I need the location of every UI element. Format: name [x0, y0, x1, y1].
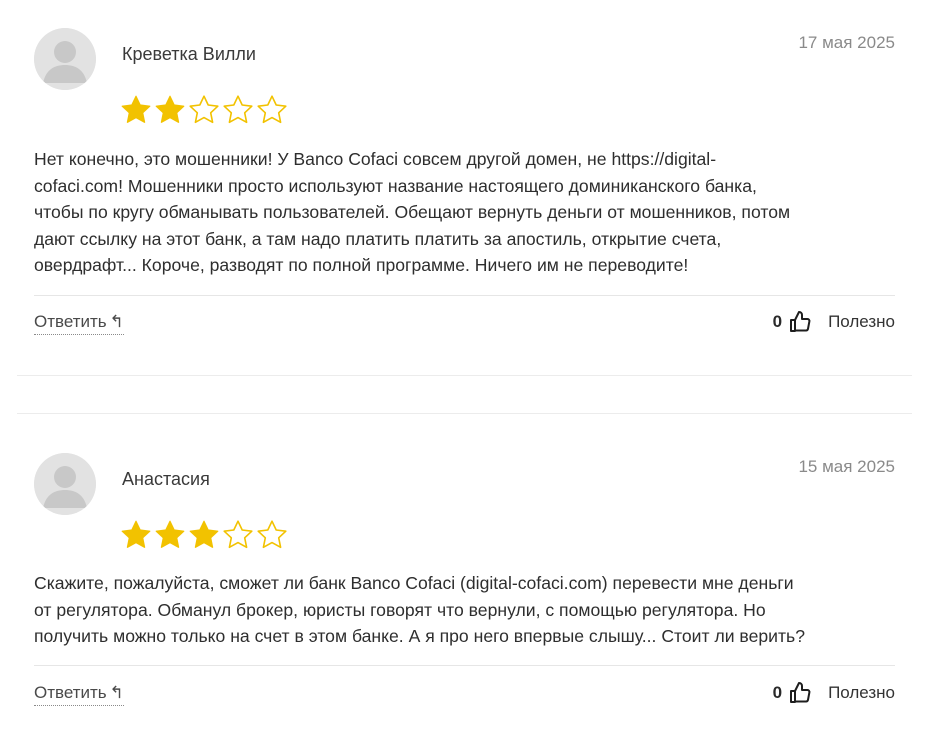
review-text-line: получить можно только на счет в этом бан…: [34, 626, 805, 647]
avatar: [34, 453, 96, 515]
review-card: Креветка Вилли 17 мая 2025 Нет конечно, …: [0, 0, 929, 376]
reply-label: Ответить: [34, 312, 107, 331]
review-date: 15 мая 2025: [798, 457, 895, 476]
user-silhouette-icon: [34, 453, 96, 515]
review-text-line: от регулятора. Обманул брокер, юристы го…: [34, 599, 766, 620]
review-author: Анастасия: [122, 469, 210, 489]
star-empty-icon: [189, 95, 219, 124]
helpful-section: 0 Полезно: [773, 310, 895, 334]
review-text-line: овердрафт... Короче, разводят по полной …: [34, 255, 689, 276]
review-date: 17 мая 2025: [798, 33, 895, 52]
review-author: Креветка Вилли: [122, 44, 256, 64]
star-empty-icon: [223, 95, 253, 124]
star-filled-icon: [155, 95, 185, 123]
star-rating: [120, 94, 288, 124]
helpful-section: 0 Полезно: [773, 681, 895, 705]
star-filled-icon: [121, 95, 151, 123]
star-filled-icon: [121, 520, 151, 548]
thumbs-up-icon[interactable]: [788, 310, 812, 334]
review-text-line: чтобы по кругу обманывать пользователей.…: [34, 202, 791, 223]
reply-arrow-icon: ↰: [109, 683, 124, 702]
review-text-line: Нет конечно, это мошенники! У Banco Cofa…: [34, 149, 717, 169]
helpful-count: 0: [772, 683, 783, 702]
star-filled-icon: [189, 520, 219, 548]
thumbs-up-icon[interactable]: [788, 681, 812, 705]
review-text: Нет конечно, это мошенники! У Banco Cofa…: [34, 146, 899, 279]
review-text-line: cofaci.com! Мошенники просто используют …: [34, 175, 757, 196]
avatar: [34, 28, 96, 90]
star-empty-icon: [257, 95, 287, 124]
helpful-label[interactable]: Полезно: [828, 683, 895, 703]
helpful-count: 0: [772, 312, 783, 331]
divider: [34, 295, 895, 296]
divider: [34, 665, 895, 666]
review-gap: [0, 376, 929, 414]
star-empty-icon: [257, 520, 287, 549]
reply-arrow-icon: ↰: [109, 312, 124, 331]
star-filled-icon: [155, 520, 185, 548]
reply-button[interactable]: Ответить ↰: [34, 683, 124, 706]
review-text-line: Скажите, пожалуйста, сможет ли банк Banc…: [34, 573, 794, 593]
reply-label: Ответить: [34, 683, 107, 702]
review-text: Скажите, пожалуйста, сможет ли банк Banc…: [34, 570, 899, 650]
review-text-line: дают ссылку на этот банк, а там надо пла…: [34, 228, 722, 249]
review-card: Анастасия 15 мая 2025 Скажите, пожалуйст…: [0, 414, 929, 730]
user-silhouette-icon: [34, 28, 96, 90]
reply-button[interactable]: Ответить ↰: [34, 312, 124, 335]
star-empty-icon: [223, 520, 253, 549]
star-rating: [120, 519, 288, 549]
helpful-label[interactable]: Полезно: [828, 312, 895, 332]
